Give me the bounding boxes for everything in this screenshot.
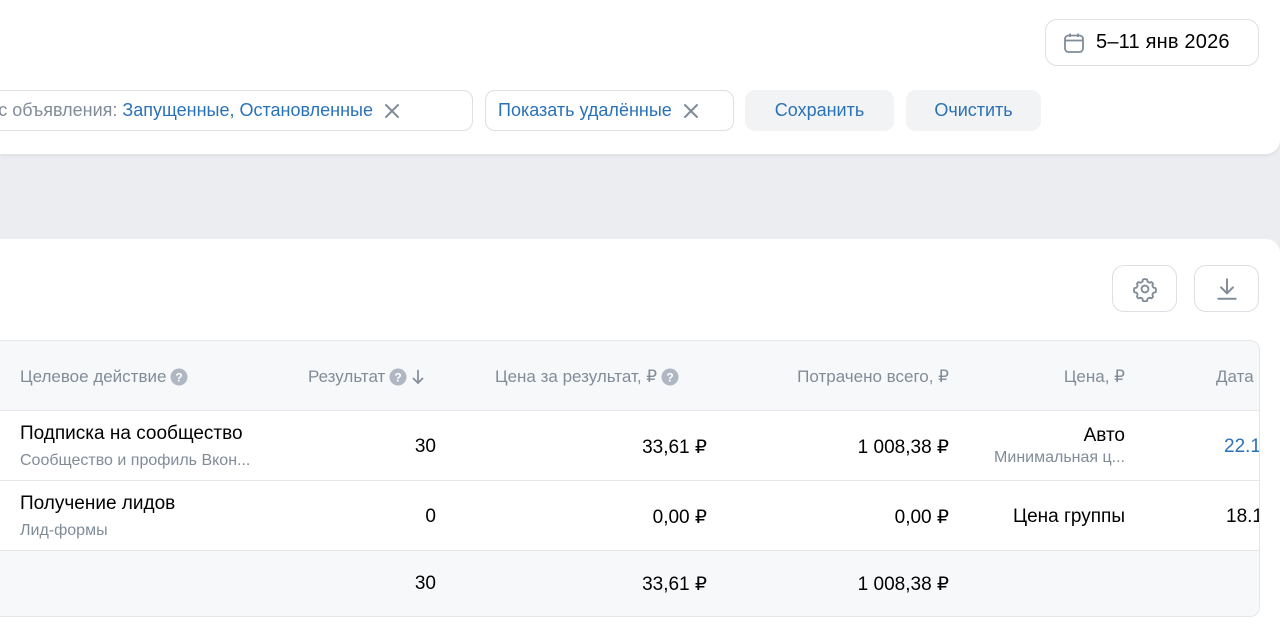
column-spent-total[interactable]: Потрачено всего, ₽ (797, 367, 949, 387)
date-range-button[interactable]: 5–11 янв 2026 (1045, 19, 1259, 66)
row-price-per-result: 33,61 ₽ (642, 437, 707, 458)
svg-text:?: ? (395, 370, 402, 384)
row-price-per-result: 0,00 ₽ (652, 507, 707, 528)
statistics-card: Целевое действие ? Результат ? Цена за р… (0, 239, 1280, 640)
status-filter-chip[interactable]: тус объявления: Запущенные, Остановленны… (0, 90, 473, 131)
table-row[interactable]: Получение лидов Лид-формы 0 0,00 ₽ 0,00 … (0, 481, 1259, 551)
svg-text:?: ? (176, 370, 183, 384)
row-action: Получение лидов (20, 493, 176, 514)
filter-panel: 5–11 янв 2026 тус объявления: Запущенные… (0, 0, 1280, 154)
table-totals: 30 33,61 ₽ 1 008,38 ₽ (0, 551, 1259, 616)
arrow-down-icon[interactable] (411, 369, 425, 385)
gear-icon (1132, 277, 1157, 302)
close-icon[interactable] (383, 102, 401, 120)
status-filter-value: Запущенные, Остановленные (122, 100, 373, 120)
download-button[interactable] (1194, 265, 1259, 312)
settings-button[interactable] (1112, 265, 1177, 312)
column-label: Дата (1216, 367, 1254, 386)
row-price: Авто (1083, 425, 1125, 446)
total-price-per-result: 33,61 ₽ (642, 574, 707, 595)
column-result[interactable]: Результат ? (308, 367, 425, 387)
total-spent: 1 008,38 ₽ (857, 574, 949, 595)
show-deleted-label: Показать удалённые (498, 100, 672, 120)
table-row[interactable]: Подписка на сообщество Сообщество и проф… (0, 411, 1259, 481)
row-result: 30 (414, 436, 436, 457)
question-icon[interactable]: ? (389, 368, 407, 386)
svg-text:?: ? (666, 370, 673, 384)
column-label: Результат (308, 367, 386, 386)
clear-button[interactable]: Очистить (906, 90, 1041, 131)
save-button[interactable]: Сохранить (745, 90, 894, 131)
column-price-per-result[interactable]: Цена за результат, ₽ ? (495, 367, 679, 387)
status-filter-key: тус объявления: (0, 100, 118, 120)
total-result: 30 (414, 573, 436, 594)
column-label: Целевое действие (20, 367, 167, 386)
row-price: Цена группы (1013, 506, 1125, 527)
close-icon[interactable] (682, 102, 700, 120)
date-range-label: 5–11 янв 2026 (1096, 31, 1230, 53)
table-header: Целевое действие ? Результат ? Цена за р… (0, 341, 1259, 411)
row-spent: 1 008,38 ₽ (857, 437, 949, 458)
row-action-sub: Лид-формы (20, 522, 108, 539)
row-price-sub: Минимальная ц... (994, 449, 1125, 466)
download-icon (1216, 277, 1237, 300)
row-result: 0 (425, 506, 436, 527)
column-label: Потрачено всего, ₽ (797, 367, 949, 386)
row-spent: 0,00 ₽ (894, 507, 949, 528)
column-date[interactable]: Дата (1216, 367, 1254, 387)
column-price[interactable]: Цена, ₽ (1064, 367, 1125, 387)
row-date-link[interactable]: 22.1 (1224, 436, 1259, 458)
row-date: 18.1 (1226, 506, 1260, 527)
column-label: Цена, ₽ (1063, 367, 1125, 386)
show-deleted-chip[interactable]: Показать удалённые (485, 90, 734, 131)
calendar-icon (1064, 33, 1084, 53)
column-label: Цена за результат, ₽ (495, 367, 658, 386)
column-target-action[interactable]: Целевое действие ? (20, 367, 188, 387)
statistics-table: Целевое действие ? Результат ? Цена за р… (0, 340, 1260, 617)
row-action-sub: Сообщество и профиль Вкон... (20, 452, 251, 469)
row-action: Подписка на сообщество (20, 423, 243, 444)
question-icon[interactable]: ? (170, 368, 188, 386)
question-icon[interactable]: ? (661, 368, 679, 386)
